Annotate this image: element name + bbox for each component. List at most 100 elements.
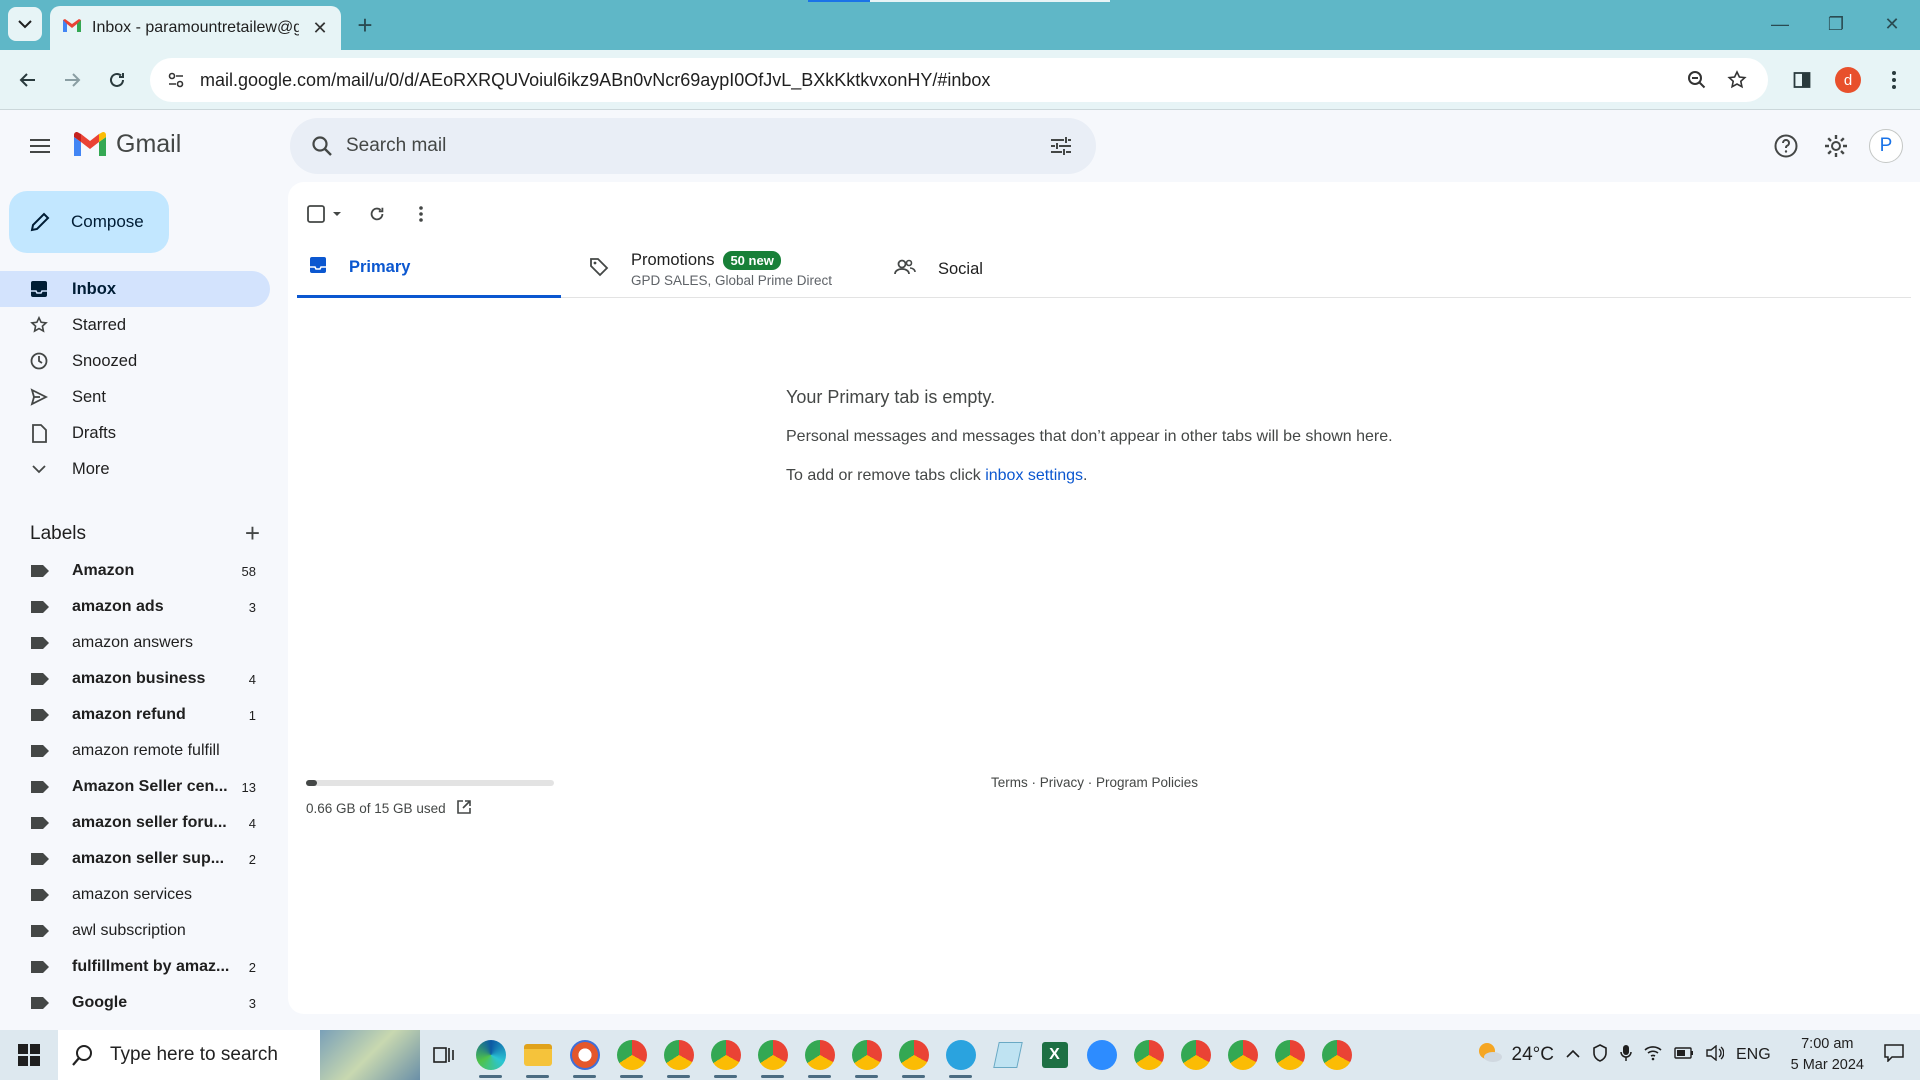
- volume-icon[interactable]: [1706, 1044, 1725, 1066]
- weather-widget[interactable]: 24°C: [1476, 1040, 1554, 1070]
- task-view-icon[interactable]: [420, 1030, 467, 1080]
- chrome-profile-icon[interactable]: [890, 1030, 937, 1080]
- battery-icon[interactable]: [1674, 1046, 1694, 1065]
- refresh-icon[interactable]: [364, 201, 390, 227]
- chrome-profile-icon[interactable]: [608, 1030, 655, 1080]
- label-item[interactable]: fulfillment by amaz... 2: [0, 949, 270, 985]
- search-highlight-image[interactable]: [320, 1030, 420, 1080]
- terms-link[interactable]: Terms: [991, 775, 1028, 790]
- chevron-up-icon[interactable]: [1566, 1046, 1580, 1064]
- search-bar[interactable]: [290, 118, 1096, 174]
- excel-icon[interactable]: X: [1031, 1030, 1078, 1080]
- taskbar-search[interactable]: Type here to search: [58, 1030, 320, 1080]
- label-item[interactable]: Amazon 58: [0, 553, 270, 589]
- window-controls: — ❐ ✕: [1752, 0, 1920, 50]
- program-policies-link[interactable]: Program Policies: [1096, 775, 1198, 790]
- add-label-icon[interactable]: +: [245, 518, 260, 549]
- open-in-new-icon[interactable]: [456, 799, 472, 818]
- notifications-icon[interactable]: [1884, 1043, 1920, 1067]
- label-item[interactable]: amazon remote fulfill: [0, 733, 270, 769]
- sidebar-item-inbox[interactable]: Inbox: [0, 271, 270, 307]
- security-icon[interactable]: [1592, 1043, 1608, 1067]
- footer-separator: ·: [1084, 775, 1097, 790]
- side-panel-icon[interactable]: [1786, 64, 1818, 96]
- label-item[interactable]: amazon ads 3: [0, 589, 270, 625]
- sidebar-item-starred[interactable]: Starred: [0, 307, 270, 343]
- settings-gear-icon[interactable]: [1818, 128, 1854, 164]
- label-count: 3: [248, 995, 256, 1011]
- browser-menu-icon[interactable]: [1878, 64, 1910, 96]
- forward-button[interactable]: [56, 64, 88, 96]
- label-item[interactable]: amazon business 4: [0, 661, 270, 697]
- reload-icon: [110, 72, 124, 87]
- sidebar-item-snoozed[interactable]: Snoozed: [0, 343, 270, 379]
- labels-title: Labels: [30, 522, 86, 544]
- chrome-profile-icon[interactable]: [843, 1030, 890, 1080]
- microphone-icon[interactable]: [1620, 1044, 1632, 1067]
- tab-promotions[interactable]: Promotions 50 new GPD SALES, Global Prim…: [577, 240, 877, 298]
- browser-tabstrip: Inbox - paramountretailew@gm ✕ + — ❐ ✕: [0, 0, 1920, 50]
- compose-button[interactable]: Compose: [9, 191, 169, 253]
- search-input[interactable]: [346, 135, 1044, 157]
- sidebar-item-sent[interactable]: Sent: [0, 379, 270, 415]
- privacy-link[interactable]: Privacy: [1040, 775, 1084, 790]
- wifi-icon[interactable]: [1644, 1045, 1662, 1066]
- empty-state: Your Primary tab is empty. Personal mess…: [786, 387, 1393, 485]
- restore-button[interactable]: ❐: [1808, 0, 1864, 48]
- notepad-icon[interactable]: [984, 1030, 1031, 1080]
- tab-search-button[interactable]: [8, 7, 42, 41]
- new-tab-button[interactable]: +: [350, 10, 380, 40]
- bookmark-star-icon[interactable]: [1720, 63, 1754, 97]
- chrome-profile-icon[interactable]: [702, 1030, 749, 1080]
- chrome-profile-icon[interactable]: [1172, 1030, 1219, 1080]
- minimize-button[interactable]: —: [1752, 0, 1808, 48]
- label-list: Amazon 58 amazon ads 3 amazon answers amazon …: [0, 553, 270, 1021]
- label-item[interactable]: Amazon Seller cen... 13: [0, 769, 270, 805]
- chrome-profile-icon[interactable]: [1266, 1030, 1313, 1080]
- tab-social-label: Social: [938, 259, 983, 278]
- close-window-button[interactable]: ✕: [1864, 0, 1920, 48]
- chrome-profile-icon[interactable]: [1219, 1030, 1266, 1080]
- browser-tab-inbox[interactable]: Inbox - paramountretailew@gm ✕: [50, 6, 341, 50]
- edge-icon[interactable]: [467, 1030, 514, 1080]
- gmail-logo[interactable]: Gmail: [72, 130, 181, 159]
- label-item[interactable]: awl subscription: [0, 913, 270, 949]
- zoom-icon[interactable]: [1680, 63, 1714, 97]
- site-info-icon[interactable]: [164, 68, 188, 92]
- select-all-checkbox[interactable]: [304, 201, 346, 227]
- label-item[interactable]: amazon refund 1: [0, 697, 270, 733]
- search-icon[interactable]: [308, 132, 336, 160]
- telegram-icon[interactable]: [937, 1030, 984, 1080]
- back-button[interactable]: [12, 64, 44, 96]
- label-item[interactable]: amazon services: [0, 877, 270, 913]
- label-item[interactable]: amazon seller foru... 4: [0, 805, 270, 841]
- snipping-tool-icon[interactable]: [561, 1030, 608, 1080]
- inbox-settings-link[interactable]: inbox settings: [985, 467, 1083, 484]
- close-tab-icon[interactable]: ✕: [309, 17, 331, 39]
- address-bar[interactable]: mail.google.com/mail/u/0/d/AEoRXRQUVoiul…: [150, 58, 1768, 102]
- label-item[interactable]: Google 3: [0, 985, 270, 1021]
- more-options-icon[interactable]: [408, 201, 434, 227]
- main-menu-icon[interactable]: [22, 128, 58, 164]
- clock[interactable]: 7:00 am 5 Mar 2024: [1783, 1034, 1872, 1076]
- tab-social[interactable]: Social: [882, 240, 1082, 298]
- chrome-profile-icon[interactable]: [796, 1030, 843, 1080]
- tab-primary[interactable]: Primary: [297, 240, 561, 298]
- chrome-icon[interactable]: [1125, 1030, 1172, 1080]
- start-button[interactable]: [0, 1030, 58, 1080]
- chrome-profile-icon[interactable]: [1313, 1030, 1360, 1080]
- language-indicator[interactable]: ENG: [1736, 1046, 1771, 1064]
- search-options-icon[interactable]: [1044, 129, 1078, 163]
- zoom-app-icon[interactable]: [1078, 1030, 1125, 1080]
- chrome-profile-icon[interactable]: [749, 1030, 796, 1080]
- chrome-profile-icon[interactable]: [655, 1030, 702, 1080]
- profile-button[interactable]: d: [1832, 64, 1864, 96]
- sidebar-item-drafts[interactable]: Drafts: [0, 415, 270, 451]
- label-item[interactable]: amazon answers: [0, 625, 270, 661]
- reload-button[interactable]: [101, 64, 133, 96]
- help-icon[interactable]: [1768, 128, 1804, 164]
- file-explorer-icon[interactable]: [514, 1030, 561, 1080]
- sidebar-item-more[interactable]: More: [0, 451, 270, 487]
- label-item[interactable]: amazon seller sup... 2: [0, 841, 270, 877]
- account-button[interactable]: P: [1868, 128, 1904, 164]
